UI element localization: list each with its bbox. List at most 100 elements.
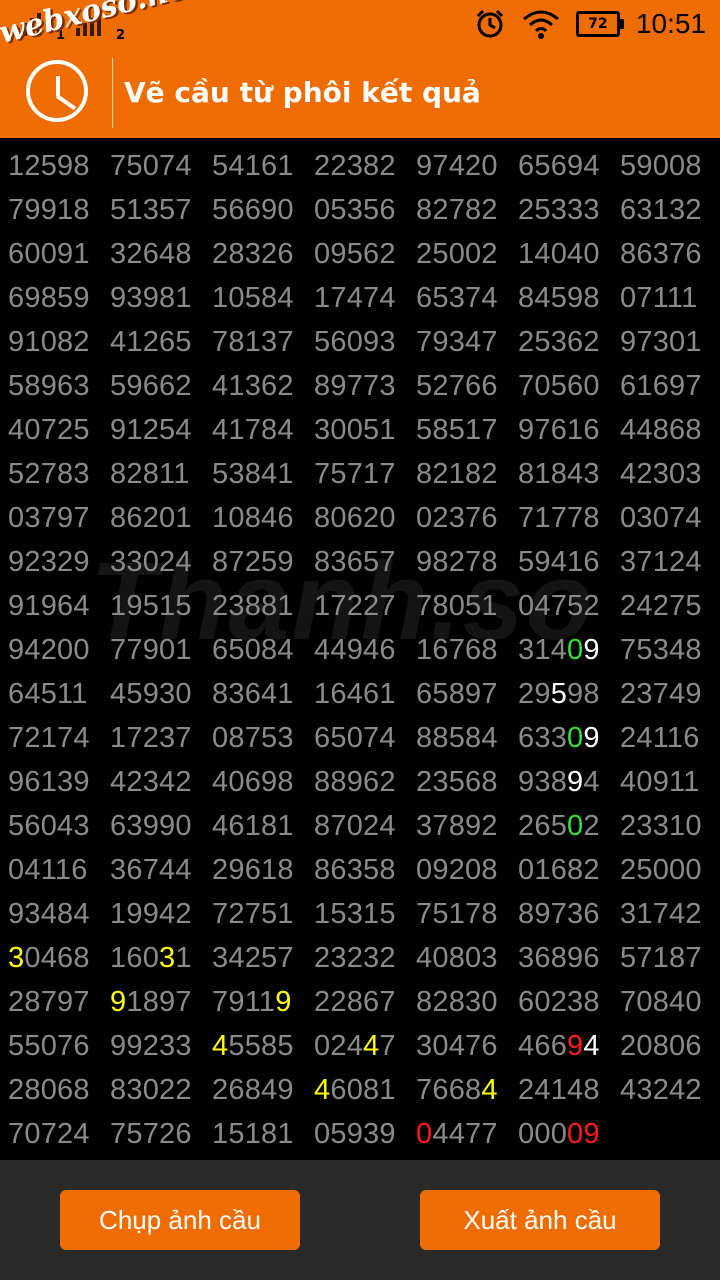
grid-cell[interactable]: 79918: [8, 194, 108, 227]
grid-cell[interactable]: 86201: [110, 502, 210, 535]
grid-cell[interactable]: 09562: [314, 238, 414, 271]
grid-cell[interactable]: 86358: [314, 854, 414, 887]
grid-cell[interactable]: 23310: [620, 810, 720, 843]
grid-cell[interactable]: 23749: [620, 678, 720, 711]
grid-cell[interactable]: 71778: [518, 502, 618, 535]
grid-cell[interactable]: 76684: [416, 1074, 516, 1107]
grid-cell[interactable]: 02376: [416, 502, 516, 535]
grid-cell[interactable]: 87259: [212, 546, 312, 579]
grid-cell[interactable]: 25362: [518, 326, 618, 359]
grid-cell[interactable]: 63309: [518, 722, 618, 755]
grid-cell[interactable]: 17474: [314, 282, 414, 315]
grid-cell[interactable]: 86376: [620, 238, 720, 271]
grid-cell[interactable]: 26502: [518, 810, 618, 843]
export-button[interactable]: Xuất ảnh cầu: [420, 1190, 660, 1250]
grid-cell[interactable]: 78137: [212, 326, 312, 359]
grid-cell[interactable]: 45585: [212, 1030, 312, 1063]
grid-cell[interactable]: 81843: [518, 458, 618, 491]
grid-cell[interactable]: 30051: [314, 414, 414, 447]
grid-cell[interactable]: 04477: [416, 1118, 516, 1151]
grid-cell[interactable]: 02447: [314, 1030, 414, 1063]
grid-cell[interactable]: 34257: [212, 942, 312, 975]
grid-cell[interactable]: 05939: [314, 1118, 414, 1151]
grid-cell[interactable]: 31409: [518, 634, 618, 667]
grid-cell[interactable]: 72751: [212, 898, 312, 931]
grid-cell[interactable]: 82182: [416, 458, 516, 491]
grid-cell[interactable]: 65084: [212, 634, 312, 667]
grid-cell[interactable]: 44868: [620, 414, 720, 447]
grid-cell[interactable]: 78051: [416, 590, 516, 623]
grid-cell[interactable]: 17237: [110, 722, 210, 755]
grid-cell[interactable]: 12598: [8, 150, 108, 183]
grid-cell[interactable]: 75074: [110, 150, 210, 183]
grid-cell[interactable]: 33024: [110, 546, 210, 579]
grid-cell[interactable]: 10846: [212, 502, 312, 535]
grid-cell[interactable]: 15181: [212, 1118, 312, 1151]
grid-cell[interactable]: 70560: [518, 370, 618, 403]
grid-cell[interactable]: 52766: [416, 370, 516, 403]
grid-cell[interactable]: 40698: [212, 766, 312, 799]
grid-cell[interactable]: 89773: [314, 370, 414, 403]
grid-cell[interactable]: 96139: [8, 766, 108, 799]
grid-cell[interactable]: 80620: [314, 502, 414, 535]
grid-cell[interactable]: 61697: [620, 370, 720, 403]
grid-cell[interactable]: 75178: [416, 898, 516, 931]
grid-cell[interactable]: 40803: [416, 942, 516, 975]
grid-cell[interactable]: 72174: [8, 722, 108, 755]
grid-cell[interactable]: 25333: [518, 194, 618, 227]
grid-cell[interactable]: 30468: [8, 942, 108, 975]
grid-cell[interactable]: 92329: [8, 546, 108, 579]
grid-cell[interactable]: 28797: [8, 986, 108, 1019]
grid-cell[interactable]: 23232: [314, 942, 414, 975]
grid-cell[interactable]: 05356: [314, 194, 414, 227]
grid-cell[interactable]: 97301: [620, 326, 720, 359]
grid-cell[interactable]: 57187: [620, 942, 720, 975]
grid-cell[interactable]: 63132: [620, 194, 720, 227]
grid-cell[interactable]: 97420: [416, 150, 516, 183]
grid-cell[interactable]: 87024: [314, 810, 414, 843]
grid-cell[interactable]: 30476: [416, 1030, 516, 1063]
grid-cell[interactable]: 24275: [620, 590, 720, 623]
grid-cell[interactable]: 82811: [110, 458, 210, 491]
grid-cell[interactable]: 46694: [518, 1030, 618, 1063]
grid-cell[interactable]: 59416: [518, 546, 618, 579]
grid-cell[interactable]: 24148: [518, 1074, 618, 1107]
grid-cell[interactable]: 88962: [314, 766, 414, 799]
grid-cell[interactable]: 83641: [212, 678, 312, 711]
grid-cell[interactable]: 93894: [518, 766, 618, 799]
grid-cell[interactable]: 41362: [212, 370, 312, 403]
grid-cell[interactable]: 60238: [518, 986, 618, 1019]
grid-cell[interactable]: 91964: [8, 590, 108, 623]
grid-cell[interactable]: 40911: [620, 766, 720, 799]
grid-cell[interactable]: 82830: [416, 986, 516, 1019]
grid-cell[interactable]: 69859: [8, 282, 108, 315]
grid-cell[interactable]: 00009: [518, 1118, 618, 1151]
grid-cell[interactable]: 75726: [110, 1118, 210, 1151]
grid-cell[interactable]: 16031: [110, 942, 210, 975]
grid-cell[interactable]: 98278: [416, 546, 516, 579]
grid-cell[interactable]: 41784: [212, 414, 312, 447]
grid-cell[interactable]: 14040: [518, 238, 618, 271]
grid-cell[interactable]: 44946: [314, 634, 414, 667]
grid-cell[interactable]: 88584: [416, 722, 516, 755]
grid-cell[interactable]: 83657: [314, 546, 414, 579]
grid-cell[interactable]: 65897: [416, 678, 516, 711]
grid-cell[interactable]: 15315: [314, 898, 414, 931]
grid-cell[interactable]: 16461: [314, 678, 414, 711]
grid-cell[interactable]: 75717: [314, 458, 414, 491]
grid-cell[interactable]: 24116: [620, 722, 720, 755]
grid-cell[interactable]: 28068: [8, 1074, 108, 1107]
grid-cell[interactable]: 32648: [110, 238, 210, 271]
grid-cell[interactable]: 37124: [620, 546, 720, 579]
grid-cell[interactable]: 91082: [8, 326, 108, 359]
grid-cell[interactable]: 75348: [620, 634, 720, 667]
grid-cell[interactable]: 65074: [314, 722, 414, 755]
grid-cell[interactable]: 31742: [620, 898, 720, 931]
grid-cell[interactable]: 04116: [8, 854, 108, 887]
grid-cell[interactable]: 23568: [416, 766, 516, 799]
grid-cell[interactable]: 08753: [212, 722, 312, 755]
grid-cell[interactable]: 93981: [110, 282, 210, 315]
grid-cell[interactable]: 28326: [212, 238, 312, 271]
grid-cell[interactable]: 20806: [620, 1030, 720, 1063]
grid-cell[interactable]: 04752: [518, 590, 618, 623]
